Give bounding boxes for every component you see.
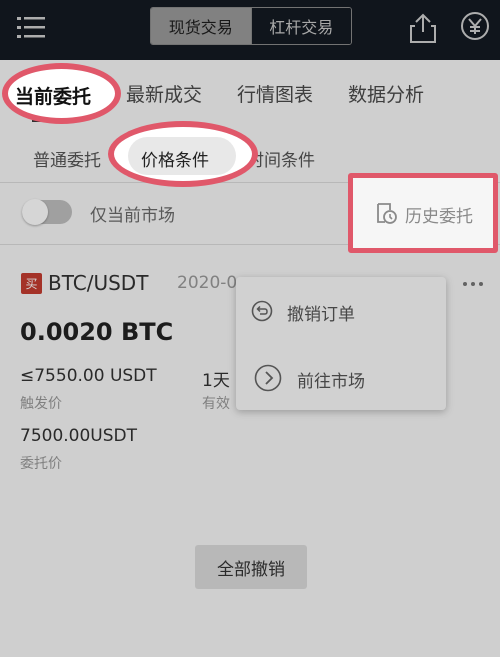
current-market-toggle[interactable] [22, 199, 72, 225]
cancel-all-button[interactable]: 全部撤销 [195, 545, 307, 589]
tab-data-analysis[interactable]: 数据分析 [348, 80, 424, 107]
highlight-price-condition-label[interactable]: 价格条件 [141, 146, 209, 171]
order-date: 2020-0 [177, 273, 238, 293]
highlight-history-orders-label[interactable]: 历史委托 [405, 202, 473, 227]
order-price-label: 委托价 [20, 456, 62, 472]
buy-badge: 买 [21, 273, 42, 294]
tab-market-chart[interactable]: 行情图表 [237, 80, 313, 107]
go-to-market-item[interactable]: 前往市场 [297, 367, 365, 392]
menu-icon[interactable] [17, 15, 47, 39]
validity-value: 1天 [202, 371, 230, 391]
share-icon[interactable] [408, 12, 438, 44]
trigger-price-value: ≤7550.00 USDT [20, 366, 157, 386]
trigger-price-label: 触发价 [20, 396, 62, 412]
order-pair: BTC/USDT [48, 271, 149, 295]
history-icon [377, 203, 397, 224]
chevron-right-circle-icon [254, 364, 282, 392]
highlight-current-orders-label[interactable]: 当前委托 [15, 82, 91, 109]
toggle-label: 仅当前市场 [90, 206, 175, 226]
more-icon[interactable] [462, 281, 484, 287]
segment-spot-trading[interactable]: 现货交易 [151, 8, 251, 44]
cancel-order-item[interactable]: 撤销订单 [287, 300, 355, 325]
yen-icon[interactable] [460, 11, 490, 41]
order-amount: 0.0020 BTC [20, 318, 174, 346]
tab-latest-trades[interactable]: 最新成交 [126, 80, 202, 107]
order-price-value: 7500.00USDT [20, 426, 138, 446]
undo-icon [251, 300, 273, 322]
trade-mode-switch: 现货交易 杠杆交易 [150, 7, 352, 45]
subtab-normal-order[interactable]: 普通委托 [33, 146, 101, 171]
validity-label: 有效 [202, 396, 230, 412]
segment-margin-trading[interactable]: 杠杆交易 [250, 8, 351, 44]
